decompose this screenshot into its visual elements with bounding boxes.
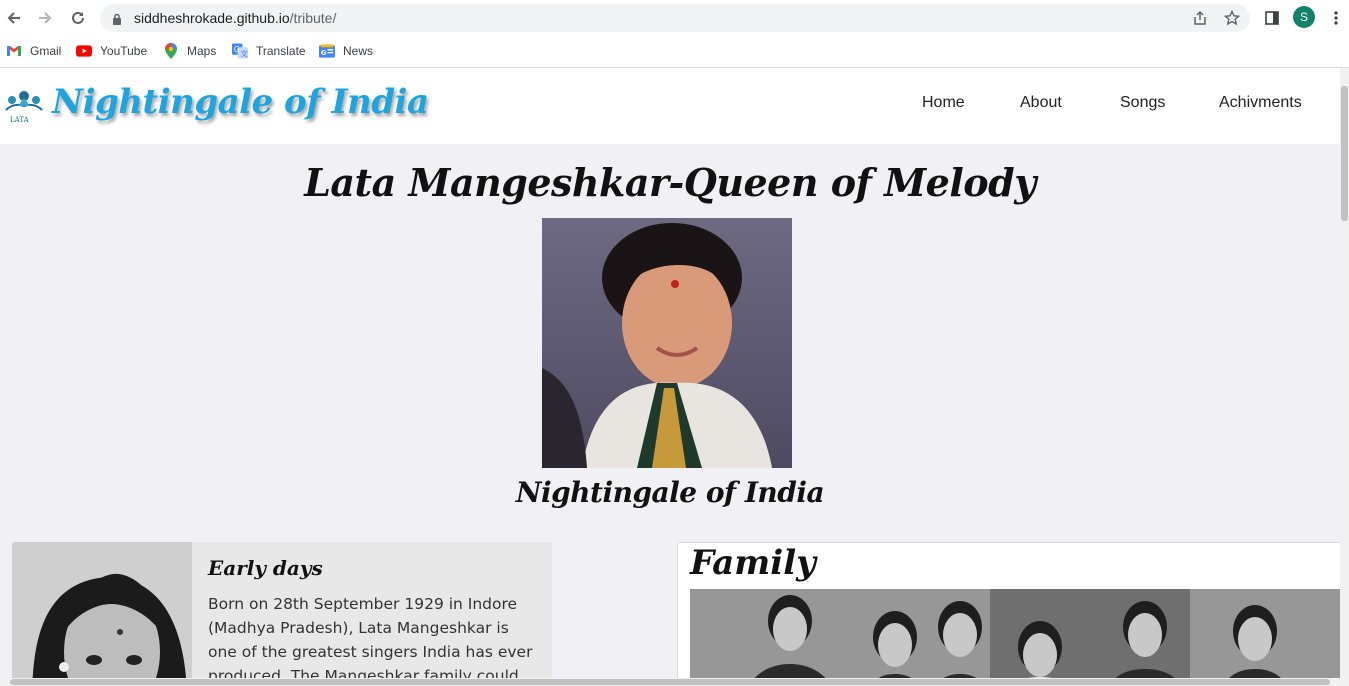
page-title: Lata Mangeshkar-Queen of Melody bbox=[304, 160, 1036, 205]
lock-icon bbox=[112, 11, 122, 30]
early-days-title: Early days bbox=[208, 556, 323, 580]
svg-text:G: G bbox=[234, 45, 240, 54]
nav-about[interactable]: About bbox=[1020, 94, 1062, 112]
bookmark-gmail[interactable]: Gmail bbox=[6, 41, 61, 61]
profile-avatar[interactable]: S bbox=[1293, 6, 1315, 28]
back-arrow-icon[interactable] bbox=[2, 6, 26, 30]
share-icon[interactable] bbox=[1190, 8, 1210, 28]
early-days-text: Born on 28th September 1929 in Indore (M… bbox=[208, 595, 533, 678]
family-title: Family bbox=[690, 543, 816, 583]
news-icon: G bbox=[319, 43, 335, 59]
bookmarks-bar: Gmail YouTube Maps G文 Translate G News bbox=[0, 35, 1349, 68]
early-days-card: Early days Born on 28th September 1929 i… bbox=[12, 542, 552, 678]
menu-kebab-icon[interactable] bbox=[1324, 6, 1348, 30]
site-logo-text[interactable]: Nightingale of India bbox=[52, 82, 429, 122]
svg-text:G: G bbox=[321, 49, 326, 57]
page-viewport: LATA Nightingale of India Home About Son… bbox=[0, 68, 1340, 678]
hero-caption: Nightingale of India bbox=[515, 476, 825, 509]
bookmark-maps[interactable]: Maps bbox=[163, 41, 216, 61]
nav-home[interactable]: Home bbox=[922, 94, 965, 112]
forward-arrow-icon[interactable] bbox=[33, 6, 57, 30]
translate-icon: G文 bbox=[232, 43, 248, 59]
lata-logo-icon: LATA bbox=[5, 91, 43, 124]
url-text: siddheshrokade.github.io/tribute/ bbox=[134, 10, 337, 26]
horizontal-scrollbar[interactable] bbox=[0, 678, 1340, 686]
browser-toolbar: siddheshrokade.github.io/tribute/ S bbox=[0, 0, 1349, 35]
family-card: Family bbox=[677, 542, 1340, 678]
gmail-icon bbox=[6, 43, 22, 59]
horizontal-scrollbar-thumb[interactable] bbox=[10, 679, 1330, 685]
vertical-scrollbar-thumb[interactable] bbox=[1341, 86, 1348, 221]
bookmark-news[interactable]: G News bbox=[319, 41, 373, 61]
bookmark-translate[interactable]: G文 Translate bbox=[232, 41, 306, 61]
svg-text:LATA: LATA bbox=[10, 116, 30, 124]
address-bar[interactable]: siddheshrokade.github.io/tribute/ bbox=[100, 4, 1250, 32]
lata-portrait-image bbox=[542, 218, 792, 468]
site-navbar: LATA Nightingale of India Home About Son… bbox=[0, 68, 1340, 144]
nav-songs[interactable]: Songs bbox=[1120, 94, 1165, 112]
nav-achivments[interactable]: Achivments bbox=[1219, 94, 1302, 112]
star-icon[interactable] bbox=[1222, 8, 1242, 28]
reload-icon[interactable] bbox=[66, 6, 90, 30]
side-panel-icon[interactable] bbox=[1260, 6, 1284, 30]
youtube-icon bbox=[76, 43, 92, 59]
early-days-image bbox=[12, 542, 192, 678]
family-photo bbox=[690, 589, 1340, 678]
bookmark-youtube[interactable]: YouTube bbox=[76, 41, 147, 61]
vertical-scrollbar[interactable] bbox=[1340, 68, 1349, 686]
svg-text:文: 文 bbox=[240, 49, 248, 59]
maps-icon bbox=[163, 43, 179, 59]
